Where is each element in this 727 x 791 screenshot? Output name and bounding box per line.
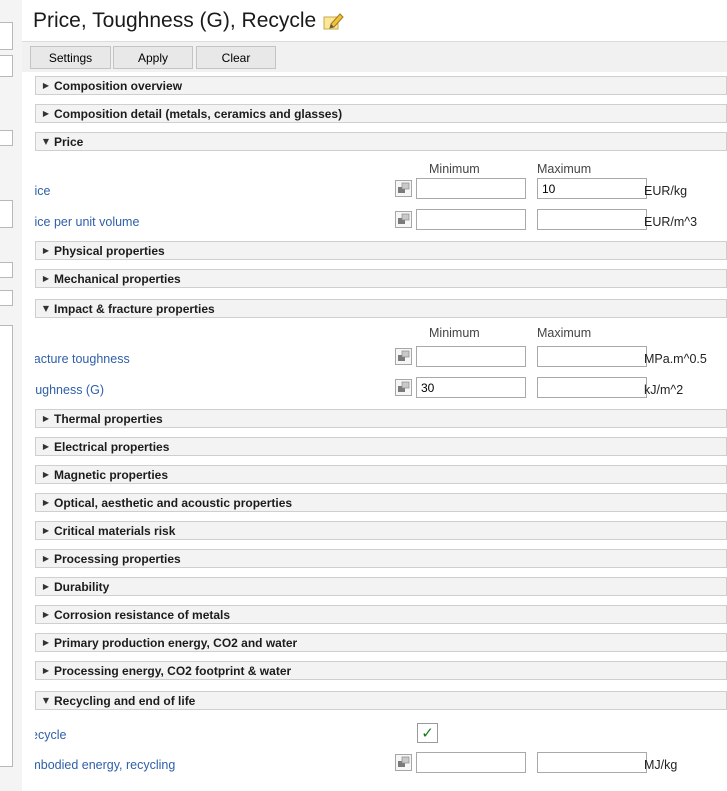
expand-arrow-icon: ▶ (42, 638, 50, 647)
section-mechanical-properties[interactable]: ▶ Mechanical properties (35, 269, 727, 288)
expand-arrow-icon: ▶ (42, 81, 50, 90)
function-icon[interactable] (395, 348, 412, 365)
price-per-volume-unit: EUR/m^3 (644, 215, 698, 229)
property-label-toughness-g[interactable]: Toughness (G) (35, 383, 104, 397)
fracture-toughness-min-input[interactable] (416, 346, 526, 367)
expand-arrow-icon: ▶ (42, 582, 50, 591)
expand-arrow-icon: ▶ (42, 274, 50, 283)
adjacent-pane-strip (0, 0, 22, 791)
apply-button[interactable]: Apply (113, 46, 193, 69)
pencil-edit-icon[interactable] (322, 11, 344, 31)
section-recycling-end-of-life[interactable]: ▼ Recycling and end of life (35, 691, 727, 710)
column-header-maximum: Maximum (537, 326, 592, 340)
expand-arrow-icon: ▶ (42, 470, 50, 479)
property-label-embodied-energy-recycling[interactable]: Embodied energy, recycling (35, 758, 175, 772)
column-header-maximum: Maximum (537, 162, 592, 176)
stage-title: Price, Toughness (G), Recycle (33, 6, 344, 36)
section-processing-energy[interactable]: ▶ Processing energy, CO2 footprint & wat… (35, 661, 727, 680)
price-per-volume-max-input[interactable] (537, 209, 647, 230)
function-icon[interactable] (395, 180, 412, 197)
property-label-price-per-unit-volume[interactable]: Price per unit volume (35, 215, 139, 229)
section-corrosion-resistance[interactable]: ▶ Corrosion resistance of metals (35, 605, 727, 624)
section-optical-aesthetic-acoustic[interactable]: ▶ Optical, aesthetic and acoustic proper… (35, 493, 727, 512)
selection-stage-panel: Price, Toughness (G), Recycle Settings A… (22, 0, 727, 791)
function-icon[interactable] (395, 754, 412, 771)
expand-arrow-icon: ▶ (42, 666, 50, 675)
collapse-arrow-icon: ▼ (42, 696, 50, 705)
price-min-input[interactable] (416, 178, 526, 199)
section-impact-fracture[interactable]: ▼ Impact & fracture properties (35, 299, 727, 318)
column-header-minimum: Minimum (429, 162, 480, 176)
expand-arrow-icon: ▶ (42, 414, 50, 423)
section-physical-properties[interactable]: ▶ Physical properties (35, 241, 727, 260)
price-max-input[interactable] (537, 178, 647, 199)
fracture-toughness-max-input[interactable] (537, 346, 647, 367)
function-icon[interactable] (395, 379, 412, 396)
price-per-volume-min-input[interactable] (416, 209, 526, 230)
expand-arrow-icon: ▶ (42, 554, 50, 563)
section-price[interactable]: ▼ Price (35, 132, 727, 151)
column-header-minimum: Minimum (429, 326, 480, 340)
toughness-g-min-input[interactable] (416, 377, 526, 398)
expand-arrow-icon: ▶ (42, 498, 50, 507)
property-label-price[interactable]: Price (35, 184, 50, 198)
section-composition-detail[interactable]: ▶ Composition detail (metals, ceramics a… (35, 104, 727, 123)
function-icon[interactable] (395, 211, 412, 228)
toughness-g-max-input[interactable] (537, 377, 647, 398)
section-electrical-properties[interactable]: ▶ Electrical properties (35, 437, 727, 456)
property-label-recycle[interactable]: Recycle (35, 728, 66, 742)
toolbar: Settings Apply Clear (22, 41, 727, 72)
properties-list[interactable]: ▶ Composition overview ▶ Composition det… (35, 72, 727, 791)
embodied-energy-recycling-max-input[interactable] (537, 752, 647, 773)
expand-arrow-icon: ▶ (42, 109, 50, 118)
collapse-arrow-icon: ▼ (42, 137, 50, 146)
price-unit: EUR/kg (644, 184, 688, 198)
recycle-checkbox[interactable]: ✓ (417, 723, 438, 743)
embodied-energy-recycling-unit: MJ/kg (644, 758, 678, 772)
expand-arrow-icon: ▶ (42, 610, 50, 619)
property-label-fracture-toughness[interactable]: Fracture toughness (35, 352, 130, 366)
stage-title-text: Price, Toughness (G), Recycle (33, 9, 317, 32)
embodied-energy-recycling-min-input[interactable] (416, 752, 526, 773)
section-primary-production-energy[interactable]: ▶ Primary production energy, CO2 and wat… (35, 633, 727, 652)
section-durability[interactable]: ▶ Durability (35, 577, 727, 596)
section-magnetic-properties[interactable]: ▶ Magnetic properties (35, 465, 727, 484)
toughness-g-unit: kJ/m^2 (644, 383, 684, 397)
section-processing-properties[interactable]: ▶ Processing properties (35, 549, 727, 568)
section-composition-overview[interactable]: ▶ Composition overview (35, 76, 727, 95)
section-critical-materials-risk[interactable]: ▶ Critical materials risk (35, 521, 727, 540)
expand-arrow-icon: ▶ (42, 246, 50, 255)
collapse-arrow-icon: ▼ (42, 304, 50, 313)
expand-arrow-icon: ▶ (42, 442, 50, 451)
fracture-toughness-unit: MPa.m^0.5 (644, 352, 707, 366)
settings-button[interactable]: Settings (30, 46, 111, 69)
clear-button[interactable]: Clear (196, 46, 276, 69)
expand-arrow-icon: ▶ (42, 526, 50, 535)
section-thermal-properties[interactable]: ▶ Thermal properties (35, 409, 727, 428)
